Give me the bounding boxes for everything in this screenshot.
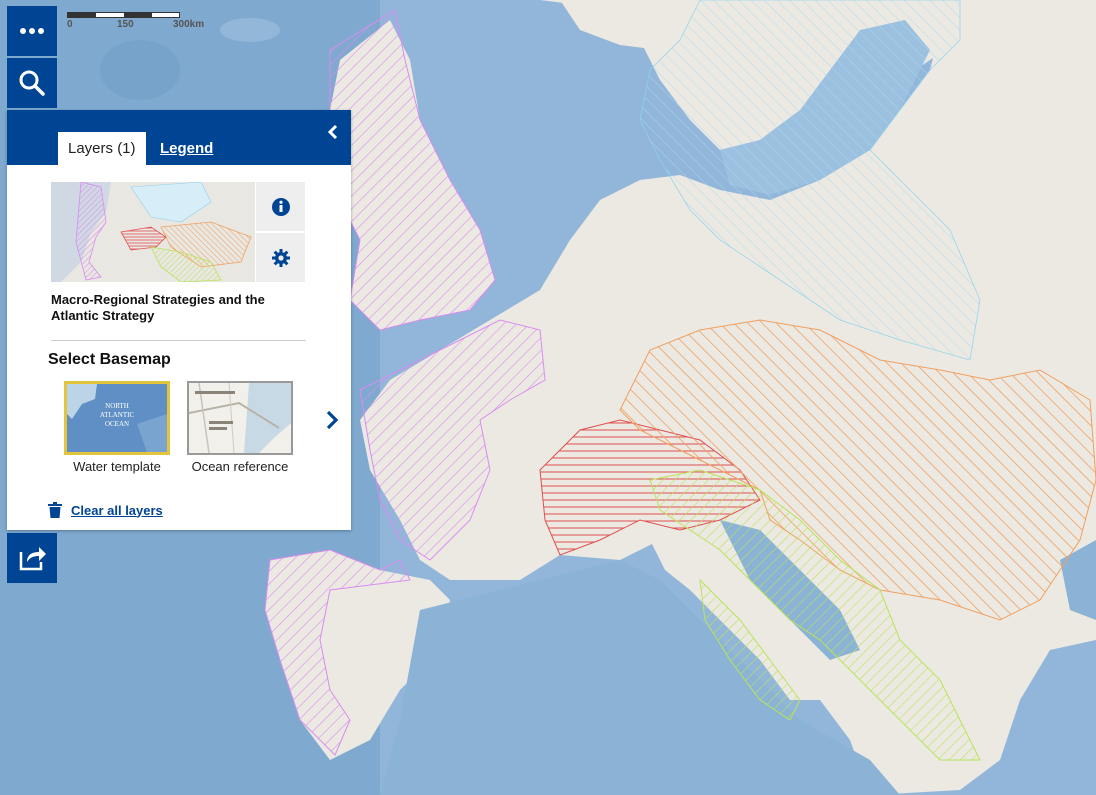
tab-layers[interactable]: Layers (1) xyxy=(58,132,146,165)
layer-settings-button[interactable] xyxy=(256,233,305,282)
basemap-heading: Select Basemap xyxy=(48,351,171,368)
basemap-label-water: Water template xyxy=(73,459,161,474)
share-button[interactable] xyxy=(7,533,57,583)
search-icon xyxy=(19,70,45,96)
basemap-option-water-template[interactable]: NORTH ATLANTIC OCEAN Water template xyxy=(64,381,170,474)
scale-label-150: 150 xyxy=(117,19,134,30)
basemap-option-ocean-reference[interactable]: Ocean reference xyxy=(187,381,293,474)
dots-icon xyxy=(20,28,44,34)
gear-icon xyxy=(271,248,290,267)
divider xyxy=(51,340,306,341)
more-options-button[interactable] xyxy=(7,6,57,56)
layer-info-button[interactable] xyxy=(256,182,305,231)
share-icon xyxy=(19,547,46,571)
basemap-thumb-water: NORTH ATLANTIC OCEAN xyxy=(64,381,170,455)
svg-text:ATLANTIC: ATLANTIC xyxy=(100,411,135,419)
info-icon xyxy=(271,197,290,216)
svg-text:OCEAN: OCEAN xyxy=(105,420,129,428)
clear-all-layers-label: Clear all layers xyxy=(71,502,163,518)
svg-text:NORTH: NORTH xyxy=(105,402,129,410)
collapse-panel-icon[interactable] xyxy=(325,124,341,140)
search-button[interactable] xyxy=(7,58,57,108)
panel-header: Layers (1) Legend xyxy=(7,110,351,165)
trash-icon xyxy=(48,502,62,518)
layers-panel: Layers (1) Legend Macro-Regional Strateg… xyxy=(7,110,351,530)
layer-card xyxy=(51,182,305,282)
basemap-thumb-ocean-reference xyxy=(187,381,293,455)
tab-legend[interactable]: Legend xyxy=(160,132,213,165)
basemap-label-ocean-reference: Ocean reference xyxy=(191,459,289,474)
scale-bar: 0 150 300km xyxy=(67,12,204,32)
scale-label-300: 300km xyxy=(173,19,205,30)
clear-all-layers-button[interactable]: Clear all layers xyxy=(48,502,163,518)
scale-label-0: 0 xyxy=(67,19,73,30)
next-basemap-icon[interactable] xyxy=(323,410,341,430)
layer-thumbnail xyxy=(51,182,255,282)
layer-title: Macro-Regional Strategies and the Atlant… xyxy=(51,292,265,323)
